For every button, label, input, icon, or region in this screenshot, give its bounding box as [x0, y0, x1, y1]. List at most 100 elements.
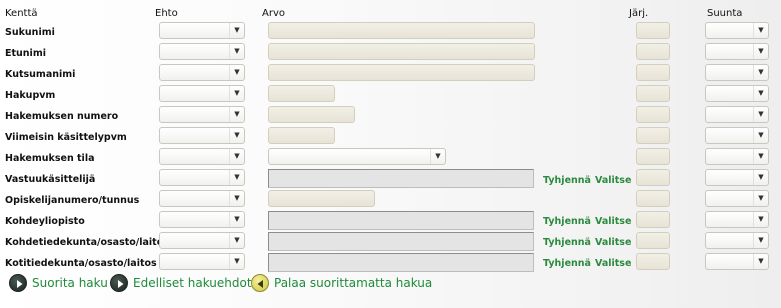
chevron-down-icon: ▼	[753, 128, 768, 143]
clear-link[interactable]: Tyhjennä	[543, 237, 591, 248]
search-button[interactable]: Suorita haku	[9, 274, 109, 294]
value-input[interactable]	[268, 190, 375, 207]
condition-select[interactable]: ▼	[159, 85, 245, 102]
row-label: Hakemuksen numero	[5, 111, 119, 122]
condition-select[interactable]: ▼	[159, 148, 245, 165]
header-field: Kenttä	[5, 8, 38, 19]
chevron-down-icon: ▼	[753, 65, 768, 80]
condition-select[interactable]: ▼	[159, 22, 245, 39]
previous-criteria-button[interactable]: Edelliset hakuehdot	[110, 274, 252, 294]
order-input[interactable]	[636, 190, 670, 207]
search-row-student-number: Opiskelijanumero/tunnus ▼ ▼	[0, 190, 781, 211]
direction-select[interactable]: ▼	[705, 211, 769, 228]
value-input[interactable]	[268, 85, 335, 102]
clear-link[interactable]: Tyhjennä	[543, 258, 591, 269]
value-input[interactable]	[268, 64, 535, 81]
condition-select[interactable]: ▼	[159, 64, 245, 81]
order-input[interactable]	[636, 253, 670, 270]
back-button-label: Palaa suorittamatta hakua	[274, 276, 433, 290]
order-input[interactable]	[636, 232, 670, 249]
chevron-down-icon: ▼	[753, 86, 768, 101]
clear-link[interactable]: Tyhjennä	[543, 216, 591, 227]
search-row-firstname: Etunimi ▼ ▼	[0, 43, 781, 64]
direction-select[interactable]: ▼	[705, 106, 769, 123]
direction-select[interactable]: ▼	[705, 22, 769, 39]
value-input[interactable]	[268, 22, 535, 39]
search-row-application-number: Hakemuksen numero ▼ ▼	[0, 106, 781, 127]
search-row-search-date: Hakupvm ▼ ▼	[0, 85, 781, 106]
direction-select[interactable]: ▼	[705, 148, 769, 165]
chevron-down-icon: ▼	[229, 191, 244, 206]
header-order: Järj.	[629, 8, 649, 19]
order-input[interactable]	[636, 85, 670, 102]
header-direction: Suunta	[707, 8, 743, 19]
header-value: Arvo	[262, 8, 285, 19]
chevron-down-icon: ▼	[753, 149, 768, 164]
chevron-down-icon: ▼	[229, 107, 244, 122]
direction-select[interactable]: ▼	[705, 232, 769, 249]
order-input[interactable]	[636, 43, 670, 60]
chevron-down-icon: ▼	[229, 128, 244, 143]
condition-select[interactable]: ▼	[159, 169, 245, 186]
chevron-down-icon: ▼	[229, 233, 244, 248]
search-row-application-status: Hakemuksen tila ▼ ▼ ▼	[0, 148, 781, 169]
row-label: Etunimi	[5, 48, 46, 59]
condition-select[interactable]: ▼	[159, 190, 245, 207]
direction-select[interactable]: ▼	[705, 190, 769, 207]
condition-select[interactable]: ▼	[159, 253, 245, 270]
search-row-target-university: Kohdeyliopisto ▼ Tyhjennä Valitse ▼	[0, 211, 781, 232]
value-field-readonly	[268, 169, 534, 188]
condition-select[interactable]: ▼	[159, 232, 245, 249]
search-row-home-faculty: Kotitiedekunta/osasto/laitos ▼ Tyhjennä …	[0, 253, 781, 274]
search-row-nickname: Kutsumanimi ▼ ▼	[0, 64, 781, 85]
direction-select[interactable]: ▼	[705, 43, 769, 60]
choose-link[interactable]: Valitse	[595, 175, 631, 186]
condition-select[interactable]: ▼	[159, 43, 245, 60]
choose-link[interactable]: Valitse	[595, 216, 631, 227]
choose-link[interactable]: Valitse	[595, 237, 631, 248]
row-label: Kotitiedekunta/osasto/laitos	[5, 258, 157, 269]
chevron-down-icon: ▼	[229, 254, 244, 269]
search-row-target-faculty: Kohdetiedekunta/osasto/laitos ▼ Tyhjennä…	[0, 232, 781, 253]
value-field-readonly	[268, 211, 534, 230]
order-input[interactable]	[636, 127, 670, 144]
chevron-down-icon: ▼	[753, 212, 768, 227]
row-label: Opiskelijanumero/tunnus	[5, 195, 140, 206]
row-label: Kohdeyliopisto	[5, 216, 85, 227]
value-input[interactable]	[268, 106, 355, 123]
header-condition: Ehto	[155, 8, 178, 19]
status-select[interactable]: ▼	[268, 148, 446, 165]
row-label: Kutsumanimi	[5, 69, 76, 80]
condition-select[interactable]: ▼	[159, 211, 245, 228]
chevron-down-icon: ▼	[229, 149, 244, 164]
condition-select[interactable]: ▼	[159, 127, 245, 144]
back-arrow-icon	[251, 274, 269, 292]
search-row-handler: Vastuukäsittelijä ▼ Tyhjennä Valitse ▼	[0, 169, 781, 190]
direction-select[interactable]: ▼	[705, 127, 769, 144]
direction-select[interactable]: ▼	[705, 253, 769, 270]
chevron-down-icon: ▼	[753, 254, 768, 269]
row-label: Hakemuksen tila	[5, 153, 95, 164]
clear-link[interactable]: Tyhjennä	[543, 175, 591, 186]
chevron-down-icon: ▼	[753, 107, 768, 122]
order-input[interactable]	[636, 148, 670, 165]
back-button[interactable]: Palaa suorittamatta hakua	[251, 274, 433, 294]
value-input[interactable]	[268, 127, 335, 144]
order-input[interactable]	[636, 211, 670, 228]
play-icon	[110, 274, 128, 292]
chevron-down-icon: ▼	[753, 233, 768, 248]
condition-select[interactable]: ▼	[159, 106, 245, 123]
order-input[interactable]	[636, 22, 670, 39]
direction-select[interactable]: ▼	[705, 64, 769, 81]
chevron-down-icon: ▼	[229, 23, 244, 38]
order-input[interactable]	[636, 169, 670, 186]
previous-criteria-label: Edelliset hakuehdot	[133, 276, 252, 290]
direction-select[interactable]: ▼	[705, 85, 769, 102]
choose-link[interactable]: Valitse	[595, 258, 631, 269]
chevron-down-icon: ▼	[753, 44, 768, 59]
order-input[interactable]	[636, 64, 670, 81]
order-input[interactable]	[636, 106, 670, 123]
search-row-surname: Sukunimi ▼ ▼	[0, 22, 781, 43]
direction-select[interactable]: ▼	[705, 169, 769, 186]
value-input[interactable]	[268, 43, 535, 60]
